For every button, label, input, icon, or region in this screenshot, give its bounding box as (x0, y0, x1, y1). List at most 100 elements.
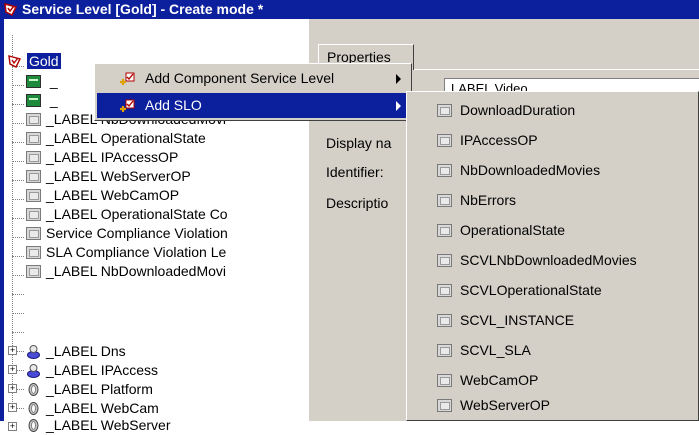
tree-root-label: Gold (27, 53, 61, 69)
tree-connector (12, 199, 24, 200)
slo-icon (437, 134, 452, 147)
tree-item-slo[interactable]: SLA Compliance Violation Le (26, 242, 226, 262)
tree-connector (12, 161, 24, 162)
slo-icon (26, 227, 41, 240)
tree-connector (12, 332, 24, 333)
tree-item-label: _LABEL Dns (46, 343, 126, 359)
submenu-item[interactable]: WebCamOP (437, 367, 538, 393)
slo-active-icon (26, 94, 41, 107)
tree-item-label: _ (49, 73, 58, 89)
tree-item-label: _LABEL OperationalState (46, 130, 206, 146)
tree-item-slo[interactable]: _LABEL WebServerOP (26, 166, 191, 186)
tree-item-service[interactable]: _LABEL Platform (26, 379, 153, 399)
submenu-item[interactable]: NbDownloadedMovies (437, 157, 600, 183)
slo-icon (437, 104, 452, 117)
service-level-icon (4, 2, 18, 17)
service-user-icon (27, 364, 40, 378)
tree-item-slo[interactable]: _LABEL OperationalState Co (26, 204, 228, 224)
service-component-icon (28, 402, 39, 415)
tree-item-slo[interactable]: _LABEL WebCamOP (26, 185, 179, 205)
slo-icon (26, 113, 41, 126)
slo-icon (437, 224, 452, 237)
expand-toggle[interactable]: + (8, 403, 17, 412)
submenu-item-label: NbErrors (460, 192, 517, 208)
slo-submenu: DownloadDuration IPAccessOP NbDownloaded… (406, 91, 699, 421)
tree-item-slo[interactable]: Service Compliance Violation (26, 223, 228, 243)
tree-connector (12, 256, 24, 257)
slo-icon (437, 374, 452, 387)
tree-item-label: _ (49, 92, 58, 108)
tree-item-label: _LABEL WebCam (46, 400, 159, 416)
slo-icon (437, 284, 452, 297)
tree-item-active[interactable]: _ (26, 90, 58, 110)
submenu-item-label: SCVLOperationalState (460, 282, 602, 298)
expand-toggle[interactable]: + (8, 365, 17, 374)
submenu-item-label: SCVL_INSTANCE (460, 312, 575, 328)
menu-item-add-component-service-level[interactable]: Add Component Service Level (97, 66, 409, 91)
service-user-icon (27, 345, 40, 359)
tree-item-service[interactable]: _LABEL Dns (26, 341, 126, 361)
tree-item-label: _LABEL NbDownloadedMovi (46, 263, 227, 279)
tree-root-gold[interactable]: Gold (7, 51, 61, 71)
slo-icon (437, 254, 452, 267)
submenu-item[interactable]: SCVLOperationalState (437, 277, 602, 303)
tree-item-label: _LABEL OperationalState Co (46, 206, 228, 222)
submenu-item-label: WebCamOP (460, 372, 539, 388)
menu-item-add-slo[interactable]: Add SLO (97, 93, 409, 118)
tree-connector (12, 237, 24, 238)
tree-item-slo[interactable]: _LABEL OperationalState (26, 128, 206, 148)
menu-item-label: Add Component Service Level (145, 70, 335, 86)
submenu-item[interactable]: IPAccessOP (437, 127, 538, 153)
tab-divider (414, 69, 699, 70)
service-level-icon (8, 55, 22, 68)
submenu-item-label: WebServerOP (460, 397, 550, 413)
tree-item-slo[interactable]: _LABEL IPAccessOP (26, 147, 178, 167)
slo-icon (26, 132, 41, 145)
tree-item-label: _LABEL IPAccess (46, 362, 159, 378)
submenu-arrow-icon (396, 74, 401, 84)
tree-item-label: _LABEL WebCamOP (46, 187, 180, 203)
window-title-bar[interactable]: Service Level [Gold] - Create mode * (0, 0, 699, 19)
description-label: Descriptio (326, 195, 389, 211)
tree-item-label: _LABEL WebServer (46, 417, 171, 433)
submenu-item-label: IPAccessOP (460, 132, 538, 148)
slo-icon (437, 399, 452, 412)
tree-connector (12, 104, 24, 105)
tree-item-label: _LABEL Platform (46, 381, 153, 397)
submenu-item[interactable]: SCVL_INSTANCE (437, 307, 574, 333)
tree-item-active[interactable]: _ (26, 71, 58, 91)
slo-icon (26, 170, 41, 183)
slo-icon (26, 246, 41, 259)
expand-toggle[interactable]: + (8, 422, 17, 431)
submenu-arrow-icon (396, 101, 401, 111)
submenu-item[interactable]: NbErrors (437, 187, 516, 213)
expand-toggle[interactable]: + (8, 384, 17, 393)
submenu-item-label: SCVL_SLA (460, 342, 531, 358)
tree-connector (12, 35, 13, 412)
tree-connector (12, 294, 24, 295)
submenu-item[interactable]: SCVLNbDownloadedMovies (437, 247, 637, 273)
tree-item-service[interactable]: _LABEL IPAccess (26, 360, 158, 380)
tree-connector (12, 313, 24, 314)
slo-icon (26, 265, 41, 278)
add-slo-icon (120, 99, 135, 112)
add-component-icon (120, 72, 135, 85)
expand-toggle[interactable]: + (8, 346, 17, 355)
slo-icon (26, 208, 41, 221)
slo-icon (26, 189, 41, 202)
service-component-icon (28, 383, 39, 396)
submenu-item[interactable]: WebServerOP (437, 392, 550, 418)
tree-connector (12, 180, 24, 181)
window-title: Service Level [Gold] - Create mode * (22, 1, 264, 17)
identifier-label: Identifier: (326, 164, 384, 180)
tree-item-slo[interactable]: _LABEL NbDownloadedMovi (26, 261, 226, 281)
slo-icon (26, 151, 41, 164)
submenu-item[interactable]: SCVL_SLA (437, 337, 531, 363)
display-name-label: Display na (326, 135, 392, 151)
submenu-item-label: DownloadDuration (460, 102, 576, 118)
tree-item-label: _LABEL IPAccessOP (46, 149, 179, 165)
slo-icon (437, 344, 452, 357)
tree-item-service[interactable]: _LABEL WebServer (26, 415, 171, 435)
submenu-item[interactable]: OperationalState (437, 217, 565, 243)
submenu-item[interactable]: DownloadDuration (437, 97, 575, 123)
